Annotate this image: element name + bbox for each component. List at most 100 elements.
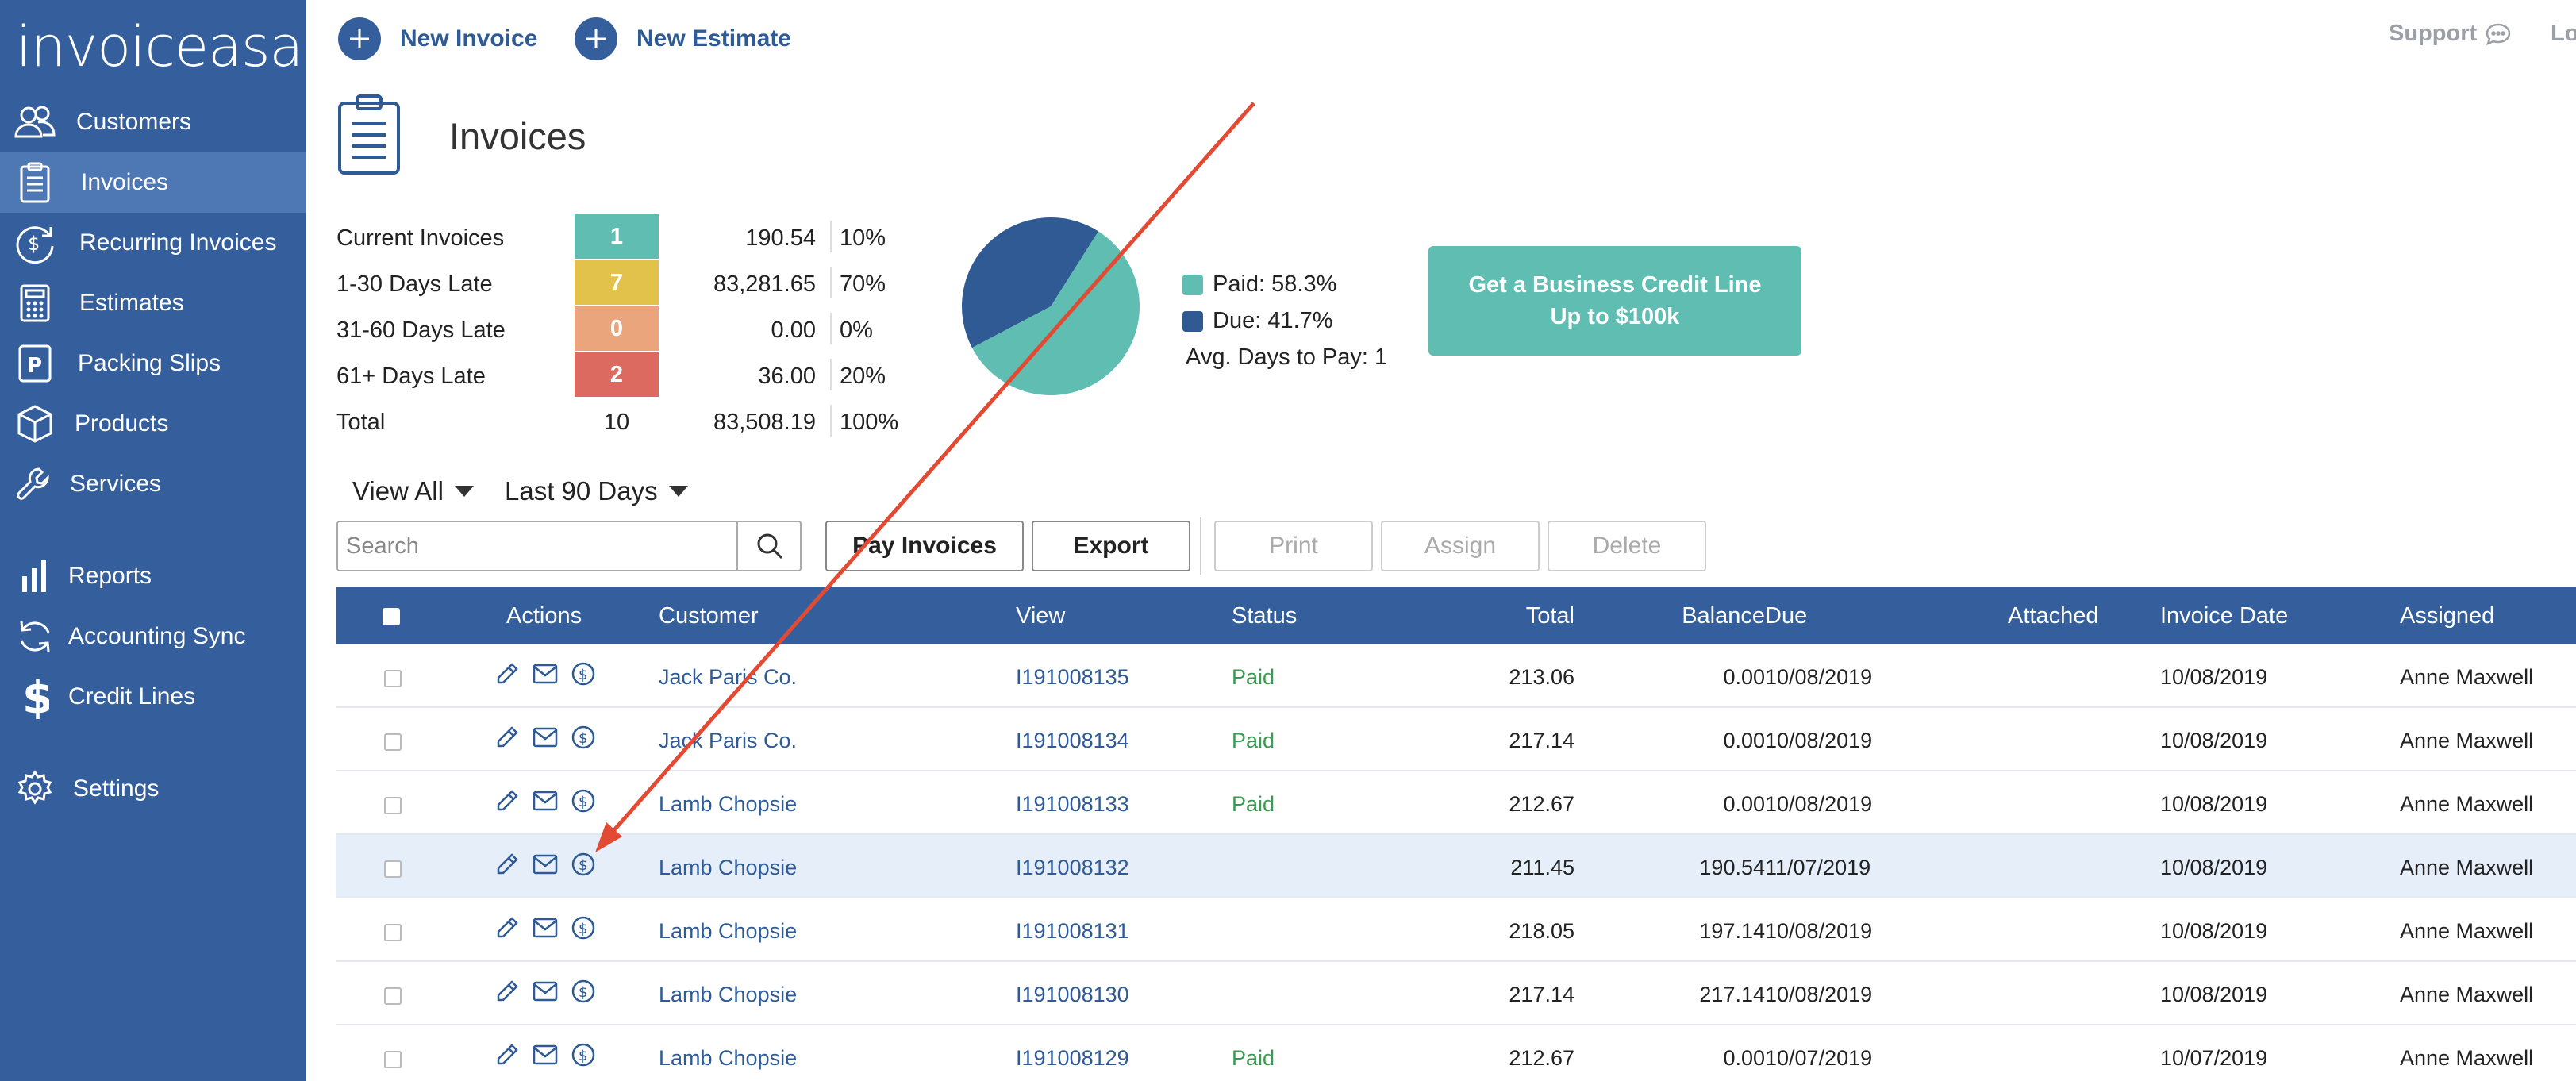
table-row[interactable]: $ Lamb Chopsie I191008131 218.05 197.14 10/08… [336, 898, 2576, 962]
new-invoice-button[interactable]: New Invoice [338, 17, 537, 60]
invoice-number-link[interactable]: I191008135 [1016, 665, 1129, 690]
column-header-view[interactable]: View [1016, 603, 1065, 629]
sidebar-item-invoices[interactable]: Invoices [0, 152, 306, 213]
pay-invoices-button[interactable]: Pay Invoices [825, 521, 1024, 571]
sidebar-item-customers[interactable]: Customers [0, 92, 306, 152]
row-checkbox[interactable] [384, 733, 402, 751]
pencil-icon[interactable] [494, 851, 521, 878]
table-row[interactable]: $ Lamb Chopsie I191008132 211.45 190.54 11/07… [336, 835, 2576, 898]
pencil-icon[interactable] [494, 787, 521, 814]
legend-due: Due: 41.7% [1182, 308, 1333, 334]
envelope-icon[interactable] [532, 1041, 559, 1068]
column-header-status[interactable]: Status [1232, 603, 1297, 629]
sidebar-item-reports[interactable]: Reports [0, 546, 306, 606]
payment-dollar-icon[interactable]: $ [570, 724, 597, 751]
summary-percent: 20% [840, 364, 886, 389]
envelope-icon[interactable] [532, 660, 559, 687]
row-checkbox[interactable] [384, 670, 402, 687]
customer-link[interactable]: Lamb Chopsie [659, 792, 797, 817]
select-all-checkbox[interactable] [383, 608, 400, 625]
sidebar-item-credit-lines[interactable]: $ Credit Lines [0, 667, 306, 727]
assign-button[interactable]: Assign [1381, 521, 1540, 571]
payment-dollar-icon[interactable]: $ [570, 660, 597, 687]
invoice-number-link[interactable]: I191008133 [1016, 792, 1129, 817]
export-button[interactable]: Export [1032, 521, 1190, 571]
summary-row-31-60[interactable]: 31-60 Days Late 0 0.00 0% [336, 306, 900, 351]
customer-link[interactable]: Lamb Chopsie [659, 983, 797, 1007]
column-header-total[interactable]: Total [1479, 603, 1574, 629]
envelope-icon[interactable] [532, 914, 559, 941]
row-checkbox[interactable] [384, 987, 402, 1005]
row-checkbox[interactable] [384, 1051, 402, 1068]
payment-dollar-icon[interactable]: $ [570, 1041, 597, 1068]
summary-row-current[interactable]: Current Invoices 1 190.54 10% [336, 214, 900, 259]
row-checkbox[interactable] [384, 924, 402, 941]
pencil-icon[interactable] [494, 978, 521, 1005]
assigned-user: Anne Maxwell [2400, 983, 2534, 1006]
envelope-icon[interactable] [532, 978, 559, 1005]
search-input[interactable] [341, 525, 736, 567]
envelope-icon[interactable] [532, 787, 559, 814]
summary-row-61-plus[interactable]: 61+ Days Late 2 36.00 20% [336, 352, 900, 397]
payment-dollar-icon[interactable]: $ [570, 978, 597, 1005]
date-range-dropdown[interactable]: Last 90 Days [505, 476, 688, 506]
customer-link[interactable]: Lamb Chopsie [659, 1046, 797, 1071]
logout-link[interactable]: Lo [2551, 21, 2576, 47]
table-row[interactable]: $ Lamb Chopsie I191008129 Paid 212.67 0.00 10/… [336, 1025, 2576, 1081]
column-header-due[interactable]: Due [1765, 603, 1807, 629]
svg-text:$: $ [579, 1048, 587, 1064]
table-row[interactable]: $ Jack Paris Co. I191008135 Paid 213.06 0.00 1… [336, 644, 2576, 708]
sidebar-item-settings[interactable]: Settings [0, 759, 306, 819]
sidebar-item-products[interactable]: Products [0, 394, 306, 454]
payment-dollar-icon[interactable]: $ [570, 787, 597, 814]
pencil-icon[interactable] [494, 660, 521, 687]
column-header-assigned[interactable]: Assigned [2400, 603, 2494, 629]
pencil-icon[interactable] [494, 724, 521, 751]
invoice-number-link[interactable]: I191008134 [1016, 729, 1129, 753]
due-date: 10/08/2019 [1765, 665, 1873, 689]
pencil-icon[interactable] [494, 1041, 521, 1068]
customer-link[interactable]: Lamb Chopsie [659, 919, 797, 944]
delete-button[interactable]: Delete [1548, 521, 1706, 571]
payment-dollar-icon[interactable]: $ [570, 914, 597, 941]
sidebar-item-accounting-sync[interactable]: Accounting Sync [0, 606, 306, 667]
customer-link[interactable]: Jack Paris Co. [659, 729, 797, 753]
sidebar-item-services[interactable]: Services [0, 454, 306, 514]
sidebar-item-packing-slips[interactable]: P Packing Slips [0, 333, 306, 394]
column-header-balance[interactable]: Balance [1638, 603, 1765, 629]
payment-dollar-icon[interactable]: $ [570, 851, 597, 878]
column-header-invoice-date[interactable]: Invoice Date [2160, 603, 2288, 629]
app-logo[interactable]: invoiceasap [16, 14, 338, 79]
pencil-icon[interactable] [494, 914, 521, 941]
envelope-icon[interactable] [532, 724, 559, 751]
column-header-customer[interactable]: Customer [659, 603, 759, 629]
divider [830, 267, 832, 298]
business-credit-line-button[interactable]: Get a Business Credit Line Up to $100k [1428, 246, 1801, 356]
invoice-number-link[interactable]: I191008132 [1016, 856, 1129, 880]
row-checkbox[interactable] [384, 860, 402, 878]
customer-link[interactable]: Lamb Chopsie [659, 856, 797, 880]
invoice-date: 10/07/2019 [2160, 1046, 2268, 1070]
support-link[interactable]: Support [2389, 21, 2512, 47]
sidebar-item-estimates[interactable]: Estimates [0, 273, 306, 333]
view-filter-dropdown[interactable]: View All [352, 476, 474, 506]
summary-count: 0 [575, 306, 659, 351]
new-estimate-button[interactable]: New Estimate [575, 17, 791, 60]
sidebar-item-label: Products [75, 410, 169, 437]
column-header-attached[interactable]: Attached [2008, 603, 2098, 629]
customer-link[interactable]: Jack Paris Co. [659, 665, 797, 690]
envelope-icon[interactable] [532, 851, 559, 878]
table-row[interactable]: $ Lamb Chopsie I191008130 217.14 217.14 10/08… [336, 962, 2576, 1025]
invoice-number-link[interactable]: I191008129 [1016, 1046, 1129, 1071]
table-row[interactable]: $ Lamb Chopsie I191008133 Paid 212.67 0.00 10/… [336, 771, 2576, 835]
summary-row-1-30[interactable]: 1-30 Days Late 7 83,281.65 70% [336, 260, 900, 305]
invoice-number-link[interactable]: I191008130 [1016, 983, 1129, 1007]
invoice-date: 10/08/2019 [2160, 983, 2268, 1006]
table-row[interactable]: $ Jack Paris Co. I191008134 Paid 217.14 0.00 1… [336, 708, 2576, 771]
sidebar-item-recurring-invoices[interactable]: $ Recurring Invoices [0, 213, 306, 273]
total-value: 217.14 [1509, 729, 1574, 752]
print-button[interactable]: Print [1214, 521, 1373, 571]
invoice-number-link[interactable]: I191008131 [1016, 919, 1129, 944]
search-button[interactable] [740, 522, 800, 570]
row-checkbox[interactable] [384, 797, 402, 814]
